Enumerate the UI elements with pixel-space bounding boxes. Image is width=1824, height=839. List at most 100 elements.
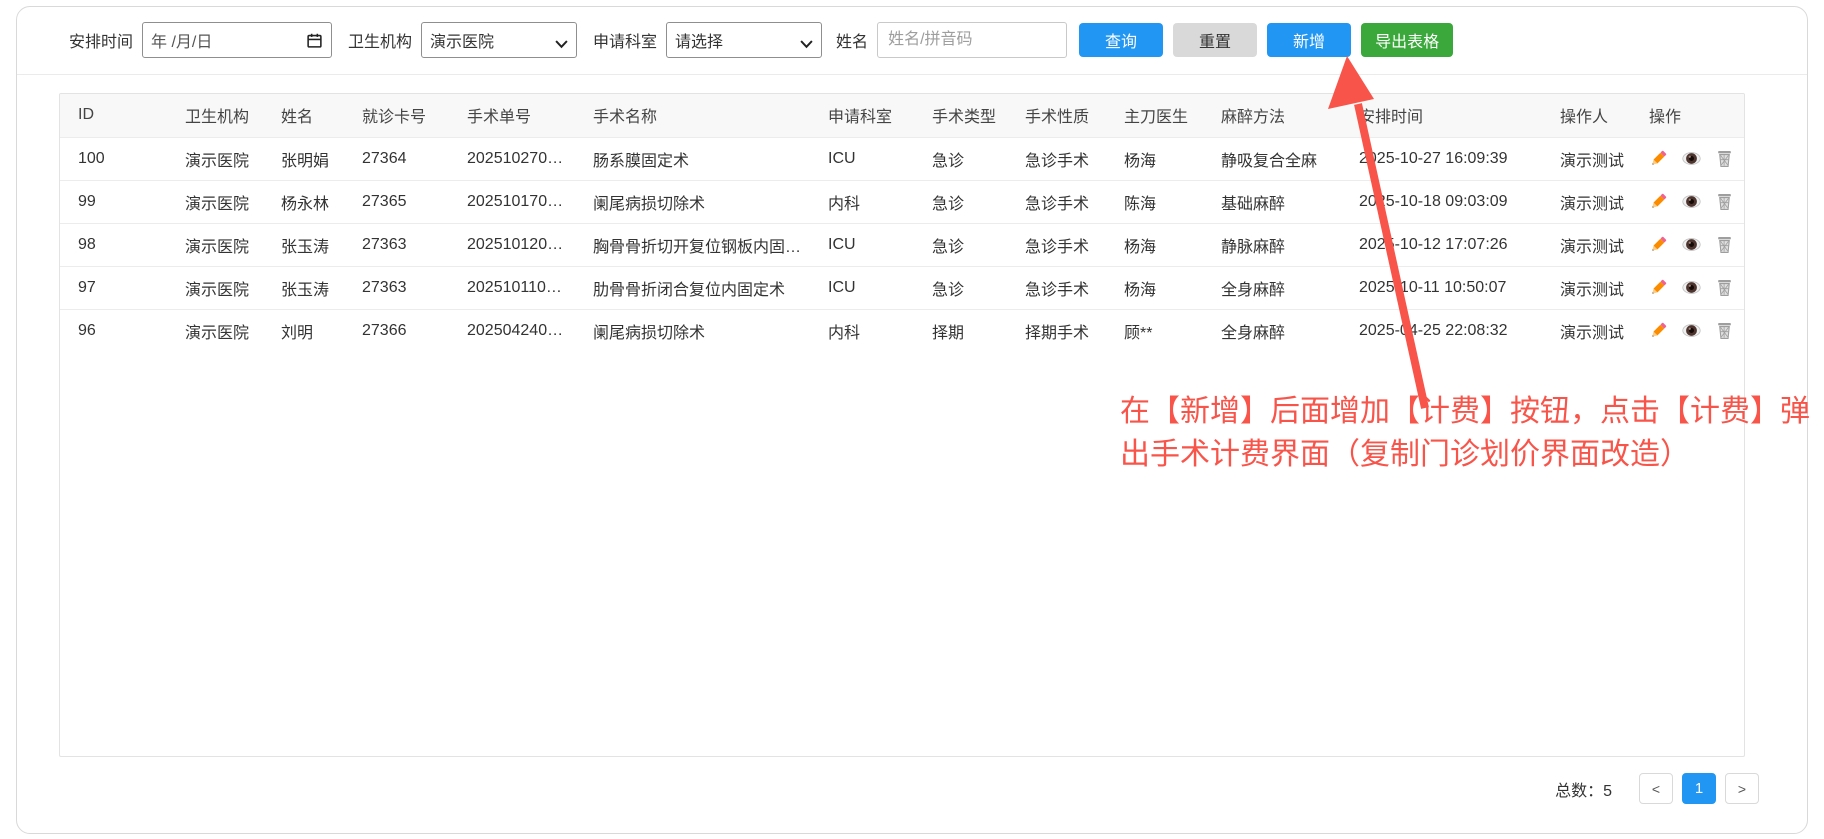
org-label: 卫生机构 [348,28,412,52]
cell-anesthesia: 全身麻醉 [1203,309,1341,352]
prev-page-button[interactable]: < [1639,773,1673,804]
cell-dept: ICU [810,223,914,266]
table-body: 100演示医院张明娟27364202510270001肠系膜固定术ICU急诊急诊… [60,137,1744,352]
schedule-date-input[interactable]: 年 /月/日 [142,22,332,58]
delete-trash-icon[interactable] [1715,235,1734,254]
reset-button[interactable]: 重置 [1173,23,1257,57]
delete-trash-icon[interactable] [1715,149,1734,168]
next-page-button[interactable]: > [1725,773,1759,804]
calendar-icon[interactable] [306,32,323,49]
filter-toolbar: 安排时间 年 /月/日 卫生机构 演示医院 申请科室 请选择 [17,7,1807,75]
edit-pencil-icon[interactable] [1649,321,1668,340]
search-button[interactable]: 查询 [1079,23,1163,57]
annotation-text: 在【新增】后面增加【计费】按钮，点击【计费】弹 出手术计费界面（复制门诊划价界面… [1120,390,1824,476]
edit-pencil-icon[interactable] [1649,192,1668,211]
cell-surgery: 阑尾病损切除术 [575,309,810,352]
column-header-5: 手术名称 [575,94,810,137]
cell-actions [1631,266,1744,309]
cell-dept: ICU [810,137,914,180]
cell-nature: 急诊手术 [1007,180,1106,223]
table-row: 99演示医院杨永林27365202510170001阑尾病损切除术内科急诊急诊手… [60,180,1744,223]
name-input[interactable] [877,22,1067,58]
cell-card: 27365 [344,180,449,223]
view-eye-icon[interactable] [1682,149,1701,168]
annotation-line-1: 在【新增】后面增加【计费】按钮，点击【计费】弹 [1120,390,1824,433]
cell-order: 202510120001 [449,223,575,266]
cell-anesthesia: 全身麻醉 [1203,266,1341,309]
cell-id: 97 [60,266,167,309]
delete-trash-icon[interactable] [1715,192,1734,211]
delete-trash-icon[interactable] [1715,321,1734,340]
cell-order: 202510170001 [449,180,575,223]
total-label: 总数： [1555,783,1603,800]
cell-org: 演示医院 [167,137,263,180]
cell-name: 刘明 [263,309,344,352]
table-row: 100演示医院张明娟27364202510270001肠系膜固定术ICU急诊急诊… [60,137,1744,180]
cell-nature: 急诊手术 [1007,137,1106,180]
cell-time: 2025-10-12 17:07:26 [1341,223,1542,266]
cell-anesthesia: 基础麻醉 [1203,180,1341,223]
org-select-value: 演示医院 [430,28,494,52]
view-eye-icon[interactable] [1682,278,1701,297]
cell-order: 202504240001 [449,309,575,352]
cell-type: 急诊 [914,137,1007,180]
dept-select-value: 请选择 [675,28,723,52]
cell-surgery: 肋骨骨折闭合复位内固定术 [575,266,810,309]
cell-dept: 内科 [810,309,914,352]
org-select[interactable]: 演示医院 [421,22,577,58]
view-eye-icon[interactable] [1682,321,1701,340]
cell-type: 择期 [914,309,1007,352]
edit-pencil-icon[interactable] [1649,278,1668,297]
column-header-4: 手术单号 [449,94,575,137]
cell-doctor: 顾** [1106,309,1203,352]
date-value: 年 /月/日 [151,28,212,52]
column-header-12: 操作人 [1542,94,1631,137]
add-button[interactable]: 新增 [1267,23,1351,57]
cell-card: 27363 [344,223,449,266]
cell-surgery: 阑尾病损切除术 [575,180,810,223]
cell-anesthesia: 静脉麻醉 [1203,223,1341,266]
cell-actions [1631,180,1744,223]
page-1-button[interactable]: 1 [1682,773,1716,804]
cell-time: 2025-10-27 16:09:39 [1341,137,1542,180]
column-header-0: ID [60,94,167,137]
annotation-line-2: 出手术计费界面（复制门诊划价界面改造） [1120,433,1824,476]
cell-doctor: 杨海 [1106,266,1203,309]
cell-doctor: 杨海 [1106,137,1203,180]
edit-pencil-icon[interactable] [1649,149,1668,168]
dept-select[interactable]: 请选择 [666,22,822,58]
cell-org: 演示医院 [167,309,263,352]
cell-name: 张明娟 [263,137,344,180]
cell-dept: 内科 [810,180,914,223]
cell-time: 2025-10-11 10:50:07 [1341,266,1542,309]
column-header-10: 麻醉方法 [1203,94,1341,137]
cell-card: 27364 [344,137,449,180]
column-header-6: 申请科室 [810,94,914,137]
column-header-1: 卫生机构 [167,94,263,137]
cell-operator: 演示测试 [1542,223,1631,266]
cell-order: 202510270001 [449,137,575,180]
cell-anesthesia: 静吸复合全麻 [1203,137,1341,180]
total-value: 5 [1603,783,1612,800]
view-eye-icon[interactable] [1682,192,1701,211]
edit-pencil-icon[interactable] [1649,235,1668,254]
cell-operator: 演示测试 [1542,180,1631,223]
cell-id: 98 [60,223,167,266]
cell-nature: 急诊手术 [1007,266,1106,309]
cell-actions [1631,223,1744,266]
cell-org: 演示医院 [167,266,263,309]
export-button[interactable]: 导出表格 [1361,23,1453,57]
cell-surgery: 肠系膜固定术 [575,137,810,180]
cell-order: 202510110001 [449,266,575,309]
cell-operator: 演示测试 [1542,137,1631,180]
cell-id: 99 [60,180,167,223]
view-eye-icon[interactable] [1682,235,1701,254]
column-header-13: 操作 [1631,94,1744,137]
cell-type: 急诊 [914,180,1007,223]
column-header-9: 主刀医生 [1106,94,1203,137]
cell-card: 27363 [344,266,449,309]
schedule-time-label: 安排时间 [69,28,133,52]
cell-actions [1631,137,1744,180]
column-header-11: 安排时间 [1341,94,1542,137]
delete-trash-icon[interactable] [1715,278,1734,297]
